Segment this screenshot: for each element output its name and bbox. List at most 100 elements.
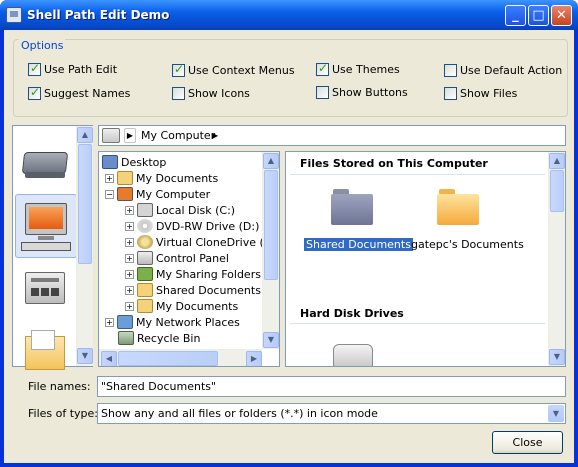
suggest-names-checkbox[interactable]: Suggest Names: [28, 85, 130, 100]
close-window-button[interactable]: ✕: [551, 5, 572, 26]
tree-node-my-documents-2[interactable]: + My Documents: [125, 298, 238, 314]
my-computer-icon[interactable]: [15, 194, 77, 258]
tree-hscroll-thumb[interactable]: [118, 351, 218, 366]
use-context-menus-checkbox[interactable]: Use Context Menus: [172, 62, 295, 77]
expand-icon[interactable]: +: [105, 317, 114, 327]
minimize-button[interactable]: _: [505, 5, 526, 26]
expand-icon[interactable]: +: [125, 221, 134, 231]
expand-icon[interactable]: +: [125, 269, 134, 279]
tree-horizontal-scrollbar[interactable]: ◀ ▶: [99, 349, 262, 366]
files-of-type-value: Show any and all files or folders (*.*) …: [101, 407, 378, 420]
files-of-type-label: Files of type:: [28, 407, 99, 420]
close-button[interactable]: Close: [492, 431, 563, 454]
breadcrumb-root-arrow-icon[interactable]: ▶: [124, 128, 136, 143]
use-default-action-checkbox[interactable]: Use Default Action: [444, 64, 562, 77]
folder-tree[interactable]: Desktop + My Documents − My Computer + Loca…: [98, 151, 280, 367]
documents-folder-icon[interactable]: [17, 326, 73, 382]
file-view-scroll-thumb[interactable]: [550, 170, 564, 212]
hard-drive-icon: [137, 203, 153, 217]
tree-node-my-computer[interactable]: − My Computer: [105, 186, 210, 202]
scroll-left-arrow-icon[interactable]: ◀: [101, 351, 117, 366]
scroll-up-arrow-icon[interactable]: ▲: [263, 153, 279, 169]
window-title: Shell Path Edit Demo: [27, 8, 170, 22]
computer-icon: [102, 128, 120, 143]
expand-icon[interactable]: +: [125, 237, 134, 247]
checkbox-box[interactable]: [444, 64, 457, 77]
tree-node-my-network-places[interactable]: + My Network Places: [105, 314, 240, 330]
tree-node-virtual-clonedrive[interactable]: + Virtual CloneDrive (E: [125, 234, 271, 250]
path-edit-bar[interactable]: ▶ My Computer ▶: [98, 125, 566, 146]
scroll-up-arrow-icon[interactable]: ▲: [77, 127, 93, 143]
file-names-input[interactable]: "Shared Documents": [97, 376, 566, 397]
folder-icon: [137, 299, 153, 313]
scroll-right-arrow-icon[interactable]: ▶: [246, 351, 262, 366]
sidebar-scrollbar[interactable]: ▲ ▼: [76, 126, 93, 366]
files-of-type-select[interactable]: Show any and all files or folders (*.*) …: [97, 403, 566, 424]
maximize-button[interactable]: □: [528, 5, 549, 26]
tree-node-dvd-drive[interactable]: + DVD-RW Drive (D:): [125, 218, 259, 234]
recycle-bin-icon: [118, 331, 134, 345]
use-path-edit-checkbox[interactable]: Use Path Edit: [28, 61, 117, 76]
checkbox-box[interactable]: [172, 62, 185, 77]
tree-node-control-panel[interactable]: + Control Panel: [125, 250, 229, 266]
control-panel-icon[interactable]: [17, 264, 73, 320]
file-view-scrollbar[interactable]: ▲ ▼: [548, 152, 565, 366]
scroll-down-arrow-icon[interactable]: ▼: [77, 348, 93, 364]
hard-drive-icon[interactable]: [333, 344, 373, 366]
chevron-down-icon[interactable]: ▼: [548, 405, 564, 422]
options-group: [13, 39, 568, 117]
checkbox-box[interactable]: [444, 87, 457, 100]
expand-icon[interactable]: +: [125, 301, 134, 311]
expand-icon[interactable]: +: [125, 205, 134, 215]
show-buttons-checkbox[interactable]: Show Buttons: [316, 86, 408, 99]
checkbox-box[interactable]: [316, 61, 329, 76]
show-icons-checkbox[interactable]: Show Icons: [172, 87, 250, 100]
group-divider: [290, 174, 545, 175]
tree-vertical-scrollbar[interactable]: ▲ ▼: [262, 152, 279, 349]
group-header-files-stored: Files Stored on This Computer: [300, 157, 488, 170]
show-files-checkbox[interactable]: Show Files: [444, 87, 517, 100]
file-view[interactable]: Files Stored on This Computer Shared Doc…: [285, 151, 566, 367]
control-panel-icon: [137, 251, 153, 265]
scroll-up-arrow-icon[interactable]: ▲: [549, 153, 565, 169]
desktop-icon: [102, 155, 118, 169]
folder-icon: [117, 171, 133, 185]
network-drive-icon[interactable]: [17, 138, 73, 194]
use-themes-checkbox[interactable]: Use Themes: [316, 61, 400, 76]
folder-label-gatepc-documents[interactable]: gatepc's Documents: [409, 238, 526, 251]
scroll-down-arrow-icon[interactable]: ▼: [549, 349, 565, 365]
expand-icon[interactable]: +: [105, 173, 114, 183]
network-icon: [117, 315, 133, 329]
expand-icon[interactable]: +: [125, 253, 134, 263]
tree-node-my-sharing-folders[interactable]: + My Sharing Folders: [125, 266, 261, 282]
dvd-icon: [137, 219, 153, 233]
tree-node-local-disk[interactable]: + Local Disk (C:): [125, 202, 235, 218]
breadcrumb-my-computer[interactable]: My Computer: [141, 129, 215, 142]
tree-node-my-documents[interactable]: + My Documents: [105, 170, 218, 186]
expand-icon[interactable]: +: [125, 285, 134, 295]
shared-folder-icon[interactable]: [331, 189, 373, 225]
scroll-down-arrow-icon[interactable]: ▼: [263, 332, 279, 348]
checkbox-box[interactable]: [28, 85, 41, 100]
computer-icon: [117, 187, 133, 201]
group-divider: [290, 323, 545, 324]
breadcrumb-arrow-icon[interactable]: ▶: [212, 129, 218, 142]
tree-scroll-thumb[interactable]: [264, 170, 278, 280]
dialog-body: Options Use Path Edit Use Context Menus …: [4, 30, 574, 463]
app-icon: [6, 7, 22, 23]
checkbox-box[interactable]: [28, 61, 41, 76]
group-header-hard-disk-drives: Hard Disk Drives: [300, 307, 404, 320]
tree-node-shared-documents[interactable]: + Shared Documents: [125, 282, 261, 298]
checkbox-box[interactable]: [172, 87, 185, 100]
title-bar[interactable]: Shell Path Edit Demo _ □ ✕: [0, 0, 578, 30]
sidebar-scroll-thumb[interactable]: [78, 144, 92, 264]
folder-icon: [137, 283, 153, 297]
folder-label-shared-documents[interactable]: Shared Documents: [303, 237, 414, 252]
folder-icon[interactable]: [437, 189, 479, 225]
tree-node-recycle-bin[interactable]: Recycle Bin: [118, 330, 200, 346]
checkbox-box[interactable]: [316, 86, 329, 99]
tree-node-desktop[interactable]: Desktop: [102, 154, 166, 170]
collapse-icon[interactable]: −: [105, 189, 114, 199]
window: Shell Path Edit Demo _ □ ✕ Options Use P…: [0, 0, 578, 467]
clonedrive-icon: [137, 235, 153, 249]
